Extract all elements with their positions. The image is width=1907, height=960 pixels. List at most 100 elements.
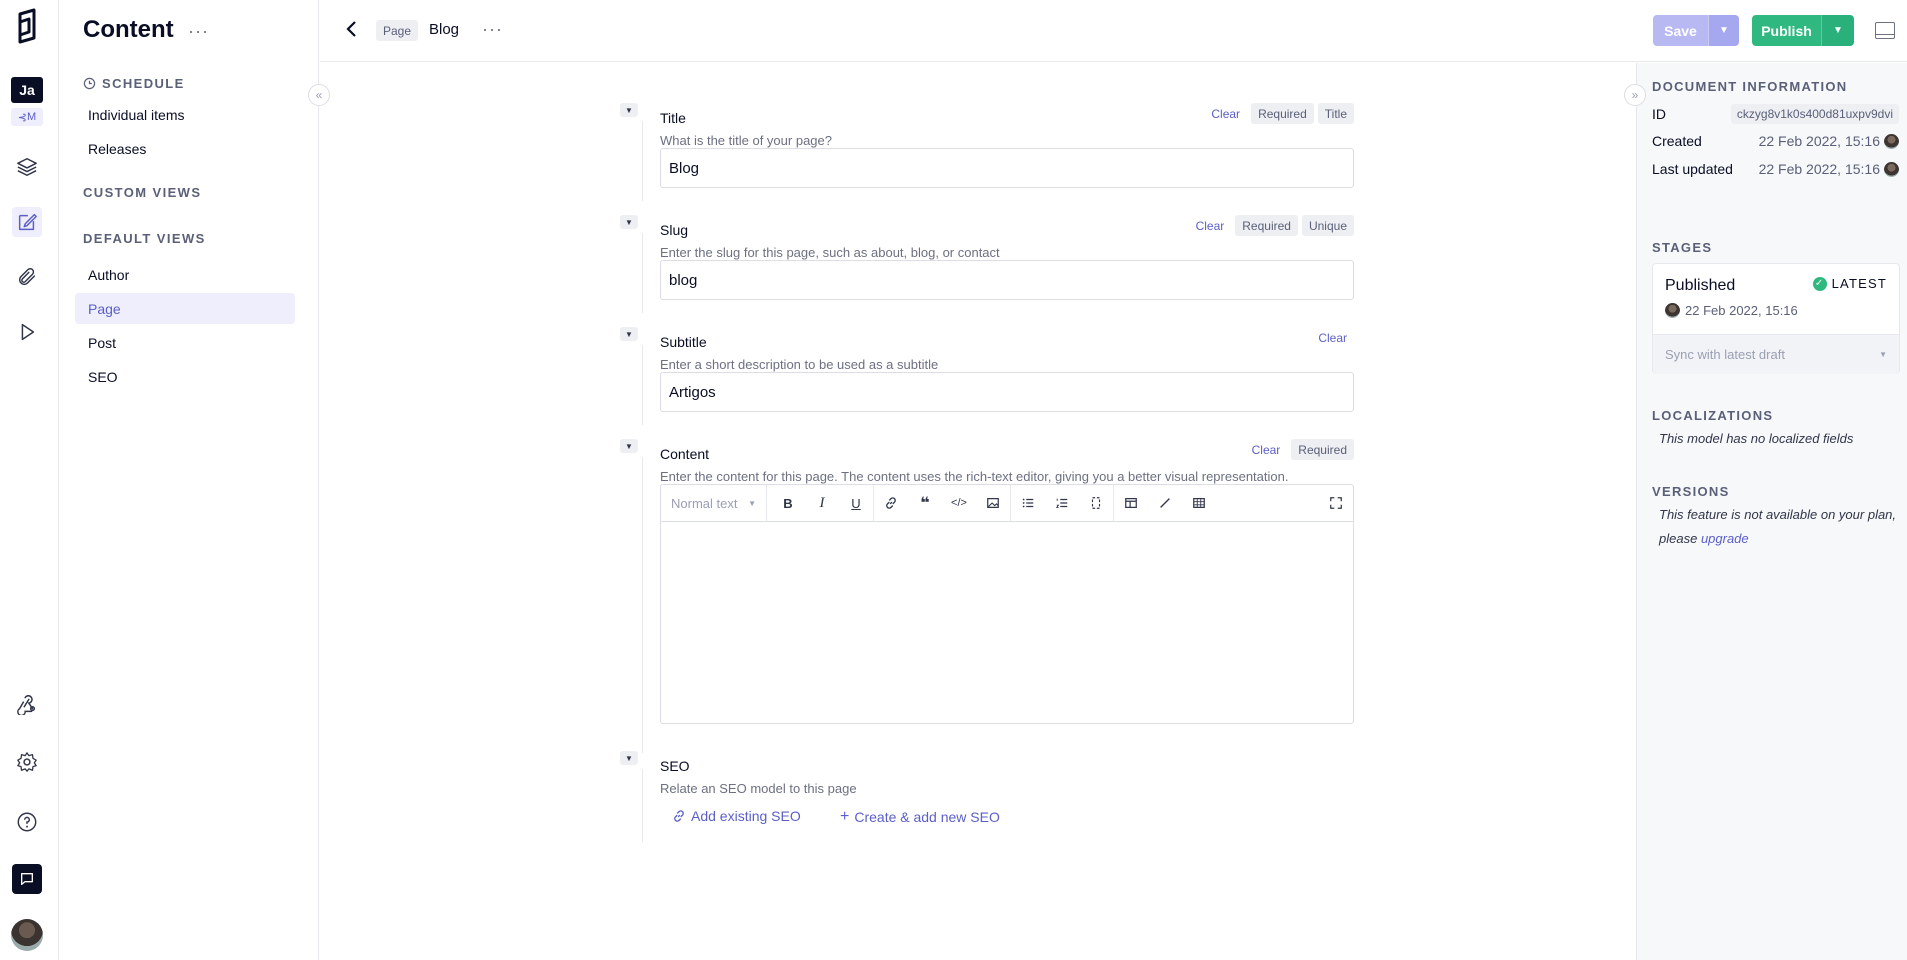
text-style-select[interactable]: Normal text ▼ (671, 485, 767, 521)
brush-icon[interactable] (1148, 485, 1182, 521)
versions-note: This feature is not available on your pl… (1659, 507, 1897, 546)
clear-button[interactable]: Clear (1189, 215, 1232, 236)
chevron-down-icon: ▼ (748, 498, 756, 508)
gear-icon[interactable] (12, 747, 42, 777)
slug-input[interactable]: blog (660, 260, 1354, 300)
icon-rail: Ja ⊰ M (0, 0, 59, 960)
environment-badge[interactable]: ⊰ M (11, 108, 43, 126)
versions-label: VERSIONS (1652, 484, 1730, 499)
help-icon[interactable] (12, 807, 42, 837)
play-icon[interactable] (12, 317, 42, 347)
nav-item-individual-items[interactable]: Individual items (75, 99, 295, 130)
create-new-seo-button[interactable]: + Create & add new SEO (840, 808, 1000, 826)
chat-icon[interactable] (12, 864, 42, 894)
collapse-panel-button[interactable]: » (1624, 84, 1646, 106)
title-tag: Title (1317, 103, 1354, 124)
publish-button-group: Publish ▼ (1752, 15, 1854, 46)
paperclip-icon[interactable] (12, 262, 42, 292)
avatar (1884, 133, 1899, 149)
italic-icon[interactable]: I (805, 485, 839, 521)
bold-icon[interactable]: B (771, 485, 805, 521)
add-existing-seo-button[interactable]: Add existing SEO (672, 808, 801, 824)
publish-button[interactable]: Publish (1752, 15, 1821, 46)
link-icon[interactable] (874, 485, 908, 521)
webhook-icon[interactable] (12, 689, 42, 719)
nav-item-post[interactable]: Post (75, 327, 295, 358)
field-title: ▼ Title What is the title of your page? … (620, 103, 1354, 203)
nav-item-seo[interactable]: SEO (75, 361, 295, 392)
save-button[interactable]: Save (1653, 15, 1708, 46)
stage-name: Published (1665, 277, 1736, 294)
field-label: Subtitle (660, 334, 707, 350)
updated-row: Last updated 22 Feb 2022, 15:16 (1652, 161, 1899, 177)
field-tags: Clear (1311, 327, 1354, 348)
title-input[interactable]: Blog (660, 148, 1354, 188)
unique-tag: Unique (1301, 215, 1354, 236)
workspace-avatar[interactable]: Ja (11, 77, 43, 103)
subtitle-input[interactable]: Artigos (660, 372, 1354, 412)
collapse-field-button[interactable]: ▼ (620, 439, 638, 453)
double-chevron-right-icon: » (1631, 88, 1639, 102)
field-subtitle: ▼ Subtitle Enter a short description to … (620, 327, 1354, 427)
localizations-label: LOCALIZATIONS (1652, 408, 1774, 423)
content-nav: Content ··· SCHEDULE Individual items Re… (60, 0, 319, 960)
latest-badge: ✓ LATEST (1812, 276, 1887, 291)
logo-icon[interactable] (14, 8, 40, 48)
table-icon[interactable] (1182, 485, 1216, 521)
underline-icon[interactable]: U (839, 485, 873, 521)
link-icon (674, 810, 684, 822)
nav-item-page[interactable]: Page (75, 293, 295, 324)
collapse-field-button[interactable]: ▼ (620, 215, 638, 229)
double-chevron-left-icon: « (315, 88, 323, 102)
clear-button[interactable]: Clear (1311, 327, 1354, 348)
collapse-field-button[interactable]: ▼ (620, 103, 638, 117)
nav-more-button[interactable]: ··· (188, 21, 209, 42)
document-info-label: DOCUMENT INFORMATION (1652, 79, 1848, 94)
collapse-nav-button[interactable]: « (308, 84, 330, 106)
required-tag: Required (1251, 103, 1314, 124)
user-avatar[interactable] (11, 919, 43, 951)
publish-options-button[interactable]: ▼ (1821, 15, 1854, 46)
code-icon[interactable]: </> (942, 485, 976, 521)
localizations-note: This model has no localized fields (1659, 431, 1854, 446)
edit-icon[interactable] (12, 207, 42, 237)
custom-views-label[interactable]: CUSTOM VIEWS (83, 185, 201, 200)
collapse-field-button[interactable]: ▼ (620, 327, 638, 341)
field-label: Title (660, 110, 686, 126)
back-button[interactable] (344, 19, 358, 45)
quote-icon[interactable]: ❝ (908, 485, 942, 521)
embed-icon[interactable] (1079, 485, 1113, 521)
image-icon[interactable] (976, 485, 1010, 521)
clock-icon (83, 77, 96, 90)
field-help: Enter the slug for this page, such as ab… (660, 245, 1000, 260)
schedule-section-label: SCHEDULE (83, 76, 185, 91)
layers-icon[interactable] (12, 152, 42, 182)
numbered-list-icon[interactable] (1045, 485, 1079, 521)
field-label: Slug (660, 222, 689, 238)
clear-button[interactable]: Clear (1245, 439, 1288, 460)
field-help: Enter a short description to be used as … (660, 357, 939, 372)
nav-item-author[interactable]: Author (75, 259, 295, 290)
collapse-field-button[interactable]: ▼ (620, 751, 638, 765)
panel-toggle-icon[interactable] (1875, 22, 1895, 39)
stages-label: STAGES (1652, 240, 1713, 255)
fullscreen-icon[interactable] (1319, 485, 1353, 521)
save-options-button[interactable]: ▼ (1708, 15, 1739, 46)
entry-more-button[interactable]: ··· (482, 19, 503, 40)
layout-icon[interactable] (1114, 485, 1148, 521)
field-label: Content (660, 446, 710, 462)
stage-date: 22 Feb 2022, 15:16 (1665, 303, 1798, 318)
rich-text-editor[interactable]: Normal text ▼ B I U ❝ </> (660, 484, 1354, 724)
document-id[interactable]: ckzyg8v1k0s400d81uxpv9dvi (1730, 104, 1899, 124)
default-views-label[interactable]: DEFAULT VIEWS (83, 231, 206, 246)
clear-button[interactable]: Clear (1204, 103, 1247, 124)
upgrade-link[interactable]: upgrade (1701, 531, 1749, 546)
chevron-down-icon: ▼ (1879, 350, 1887, 359)
field-seo: ▼ SEO Relate an SEO model to this page A… (620, 751, 1354, 851)
sync-select[interactable]: Sync with latest draft ▼ (1653, 334, 1899, 374)
id-row: ID ckzyg8v1k0s400d81uxpv9dvi (1652, 104, 1899, 124)
nav-item-releases[interactable]: Releases (75, 133, 295, 164)
bullet-list-icon[interactable] (1011, 485, 1045, 521)
field-help: What is the title of your page? (660, 133, 832, 148)
field-slug: ▼ Slug Enter the slug for this page, suc… (620, 215, 1354, 315)
